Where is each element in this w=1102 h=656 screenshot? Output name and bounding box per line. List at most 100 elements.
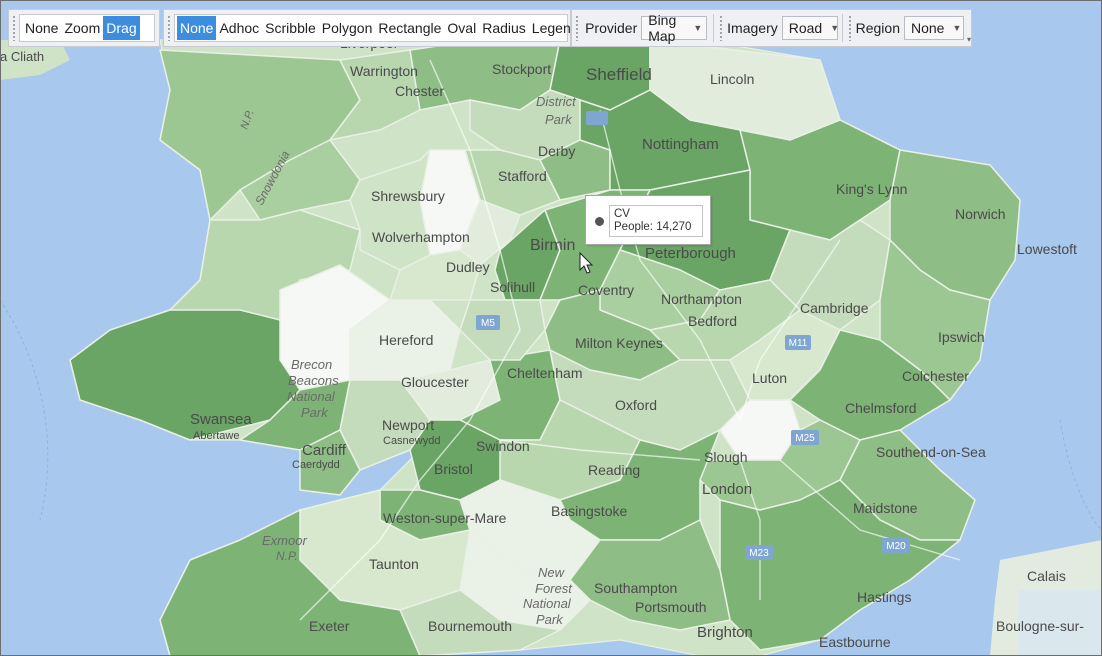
toolbar-grip-icon[interactable] <box>847 15 851 41</box>
label-swansea: Swansea <box>190 411 252 428</box>
mode-toolbar: None Zoom Drag <box>8 9 160 47</box>
label-maidstone: Maidstone <box>853 500 918 516</box>
toolbar-grip-icon[interactable] <box>167 15 171 41</box>
label-cardiff: Cardiff <box>302 442 347 459</box>
toolbar-grip-icon[interactable] <box>719 15 723 41</box>
mode-drag-option[interactable]: Drag <box>103 16 140 40</box>
label-oxford: Oxford <box>615 397 657 413</box>
chevron-down-icon: ▼ <box>693 23 703 33</box>
label-kings-lynn: King's Lynn <box>836 181 907 197</box>
tooltip-content: CV People: 14,270 <box>609 205 703 237</box>
label-luton: Luton <box>752 370 787 386</box>
label-southend: Southend-on-Sea <box>876 444 986 460</box>
label-abertawe: Abertawe <box>193 430 239 442</box>
region-tooltip: CV People: 14,270 <box>585 195 711 245</box>
m5-shield-label: M5 <box>481 318 495 329</box>
m23-shield-label: M23 <box>749 548 769 559</box>
region-label: Region <box>855 20 900 36</box>
m25-shield-label: M25 <box>795 433 815 444</box>
label-cambridge: Cambridge <box>800 300 869 316</box>
draw-none-option[interactable]: None <box>177 16 217 40</box>
label-national: National <box>287 389 336 404</box>
label-northampton: Northampton <box>661 291 742 307</box>
label-chelmsford: Chelmsford <box>845 400 917 416</box>
label-baile-atha-cliath: a Cliath <box>0 49 44 64</box>
overflow-chevron-icon[interactable]: ▾ <box>967 35 971 44</box>
provider-dropdown[interactable]: Bing Map ▼ <box>641 12 708 44</box>
draw-adhoc-option[interactable]: Adhoc <box>216 16 262 40</box>
toolbar-separator <box>713 14 715 42</box>
region-dropdown[interactable]: None ▼ <box>903 16 964 40</box>
draw-polygon-option[interactable]: Polygon <box>319 16 376 40</box>
provider-value: Bing Map <box>648 12 677 44</box>
label-dudley: Dudley <box>446 259 490 275</box>
label-calais: Calais <box>1027 568 1066 584</box>
imagery-label: Imagery <box>727 20 778 36</box>
label-reading: Reading <box>588 462 640 478</box>
imagery-dropdown[interactable]: Road ▼ <box>781 16 840 40</box>
toolbar-grip-icon[interactable] <box>12 15 16 41</box>
label-hereford: Hereford <box>379 332 433 348</box>
label-exeter: Exeter <box>309 618 350 634</box>
draw-toolbar: None Adhoc Scribble Polygon Rectangle Ov… <box>163 9 579 47</box>
tooltip-metric: People: 14,270 <box>614 221 692 233</box>
draw-segment: None Adhoc Scribble Polygon Rectangle Ov… <box>174 14 579 42</box>
label-ipswich: Ipswich <box>938 329 985 345</box>
label-eastbourne: Eastbourne <box>819 634 891 650</box>
toolbar-grip-icon[interactable] <box>575 15 579 41</box>
label-bournemouth: Bournemouth <box>428 618 512 634</box>
label-london: London <box>702 481 752 498</box>
label-national2: National <box>523 596 572 611</box>
label-swindon: Swindon <box>476 438 530 454</box>
label-warrington: Warrington <box>350 63 418 79</box>
label-caerdydd: Caerdydd <box>292 459 340 471</box>
label-stafford: Stafford <box>498 168 547 184</box>
label-exmoor: Exmoor <box>262 533 307 548</box>
label-weston: Weston-super-Mare <box>383 510 507 526</box>
label-park3: Park <box>536 612 564 627</box>
m20-shield-label: M20 <box>886 541 906 552</box>
label-brighton: Brighton <box>697 624 753 641</box>
label-district: District <box>536 94 577 109</box>
label-park: Park <box>545 112 573 127</box>
series-marker-icon <box>595 217 604 226</box>
toolbar-separator <box>841 14 843 42</box>
chevron-down-icon: ▼ <box>952 23 962 33</box>
map-canvas[interactable]: M5 M11 M25 M23 M20 a Cliath Liverpool Wa… <box>0 0 1102 656</box>
provider-label: Provider <box>585 20 638 36</box>
label-lowestoft: Lowestoft <box>1017 241 1077 257</box>
label-birmingham: Birmin <box>530 237 575 254</box>
label-park2: Park <box>301 405 329 420</box>
label-new-forest: New <box>538 565 566 580</box>
m11-shield-label: M11 <box>789 338 808 349</box>
label-newport: Newport <box>382 417 434 433</box>
label-basingstoke: Basingstoke <box>551 503 627 519</box>
label-derby: Derby <box>538 143 575 159</box>
label-chester: Chester <box>395 83 444 99</box>
label-bristol: Bristol <box>434 461 473 477</box>
label-nottingham: Nottingham <box>642 136 719 153</box>
label-portsmouth: Portsmouth <box>635 599 707 615</box>
label-southampton: Southampton <box>594 580 677 596</box>
imagery-value: Road <box>788 20 823 36</box>
label-boulogne: Boulogne-sur- <box>996 618 1084 634</box>
mode-none-option[interactable]: None <box>22 16 61 40</box>
map-settings-toolbar: Provider Bing Map ▼ Imagery Road ▼ Regio… <box>571 9 972 47</box>
label-colchester: Colchester <box>902 368 969 384</box>
label-peterborough: Peterborough <box>645 245 736 262</box>
chevron-down-icon: ▼ <box>830 23 840 33</box>
mode-zoom-option[interactable]: Zoom <box>61 16 103 40</box>
draw-rectangle-option[interactable]: Rectangle <box>375 16 444 40</box>
tooltip-region-code: CV <box>614 208 630 220</box>
label-taunton: Taunton <box>369 556 419 572</box>
label-slough: Slough <box>704 449 748 465</box>
draw-radius-option[interactable]: Radius <box>479 16 529 40</box>
label-forest: Forest <box>535 581 573 596</box>
label-cheltenham: Cheltenham <box>507 365 583 381</box>
draw-scribble-option[interactable]: Scribble <box>262 16 319 40</box>
draw-oval-option[interactable]: Oval <box>444 16 479 40</box>
label-bedford: Bedford <box>688 313 737 329</box>
label-sheffield: Sheffield <box>586 65 652 84</box>
m1-shield <box>586 111 608 125</box>
label-milton-keynes: Milton Keynes <box>575 335 663 351</box>
